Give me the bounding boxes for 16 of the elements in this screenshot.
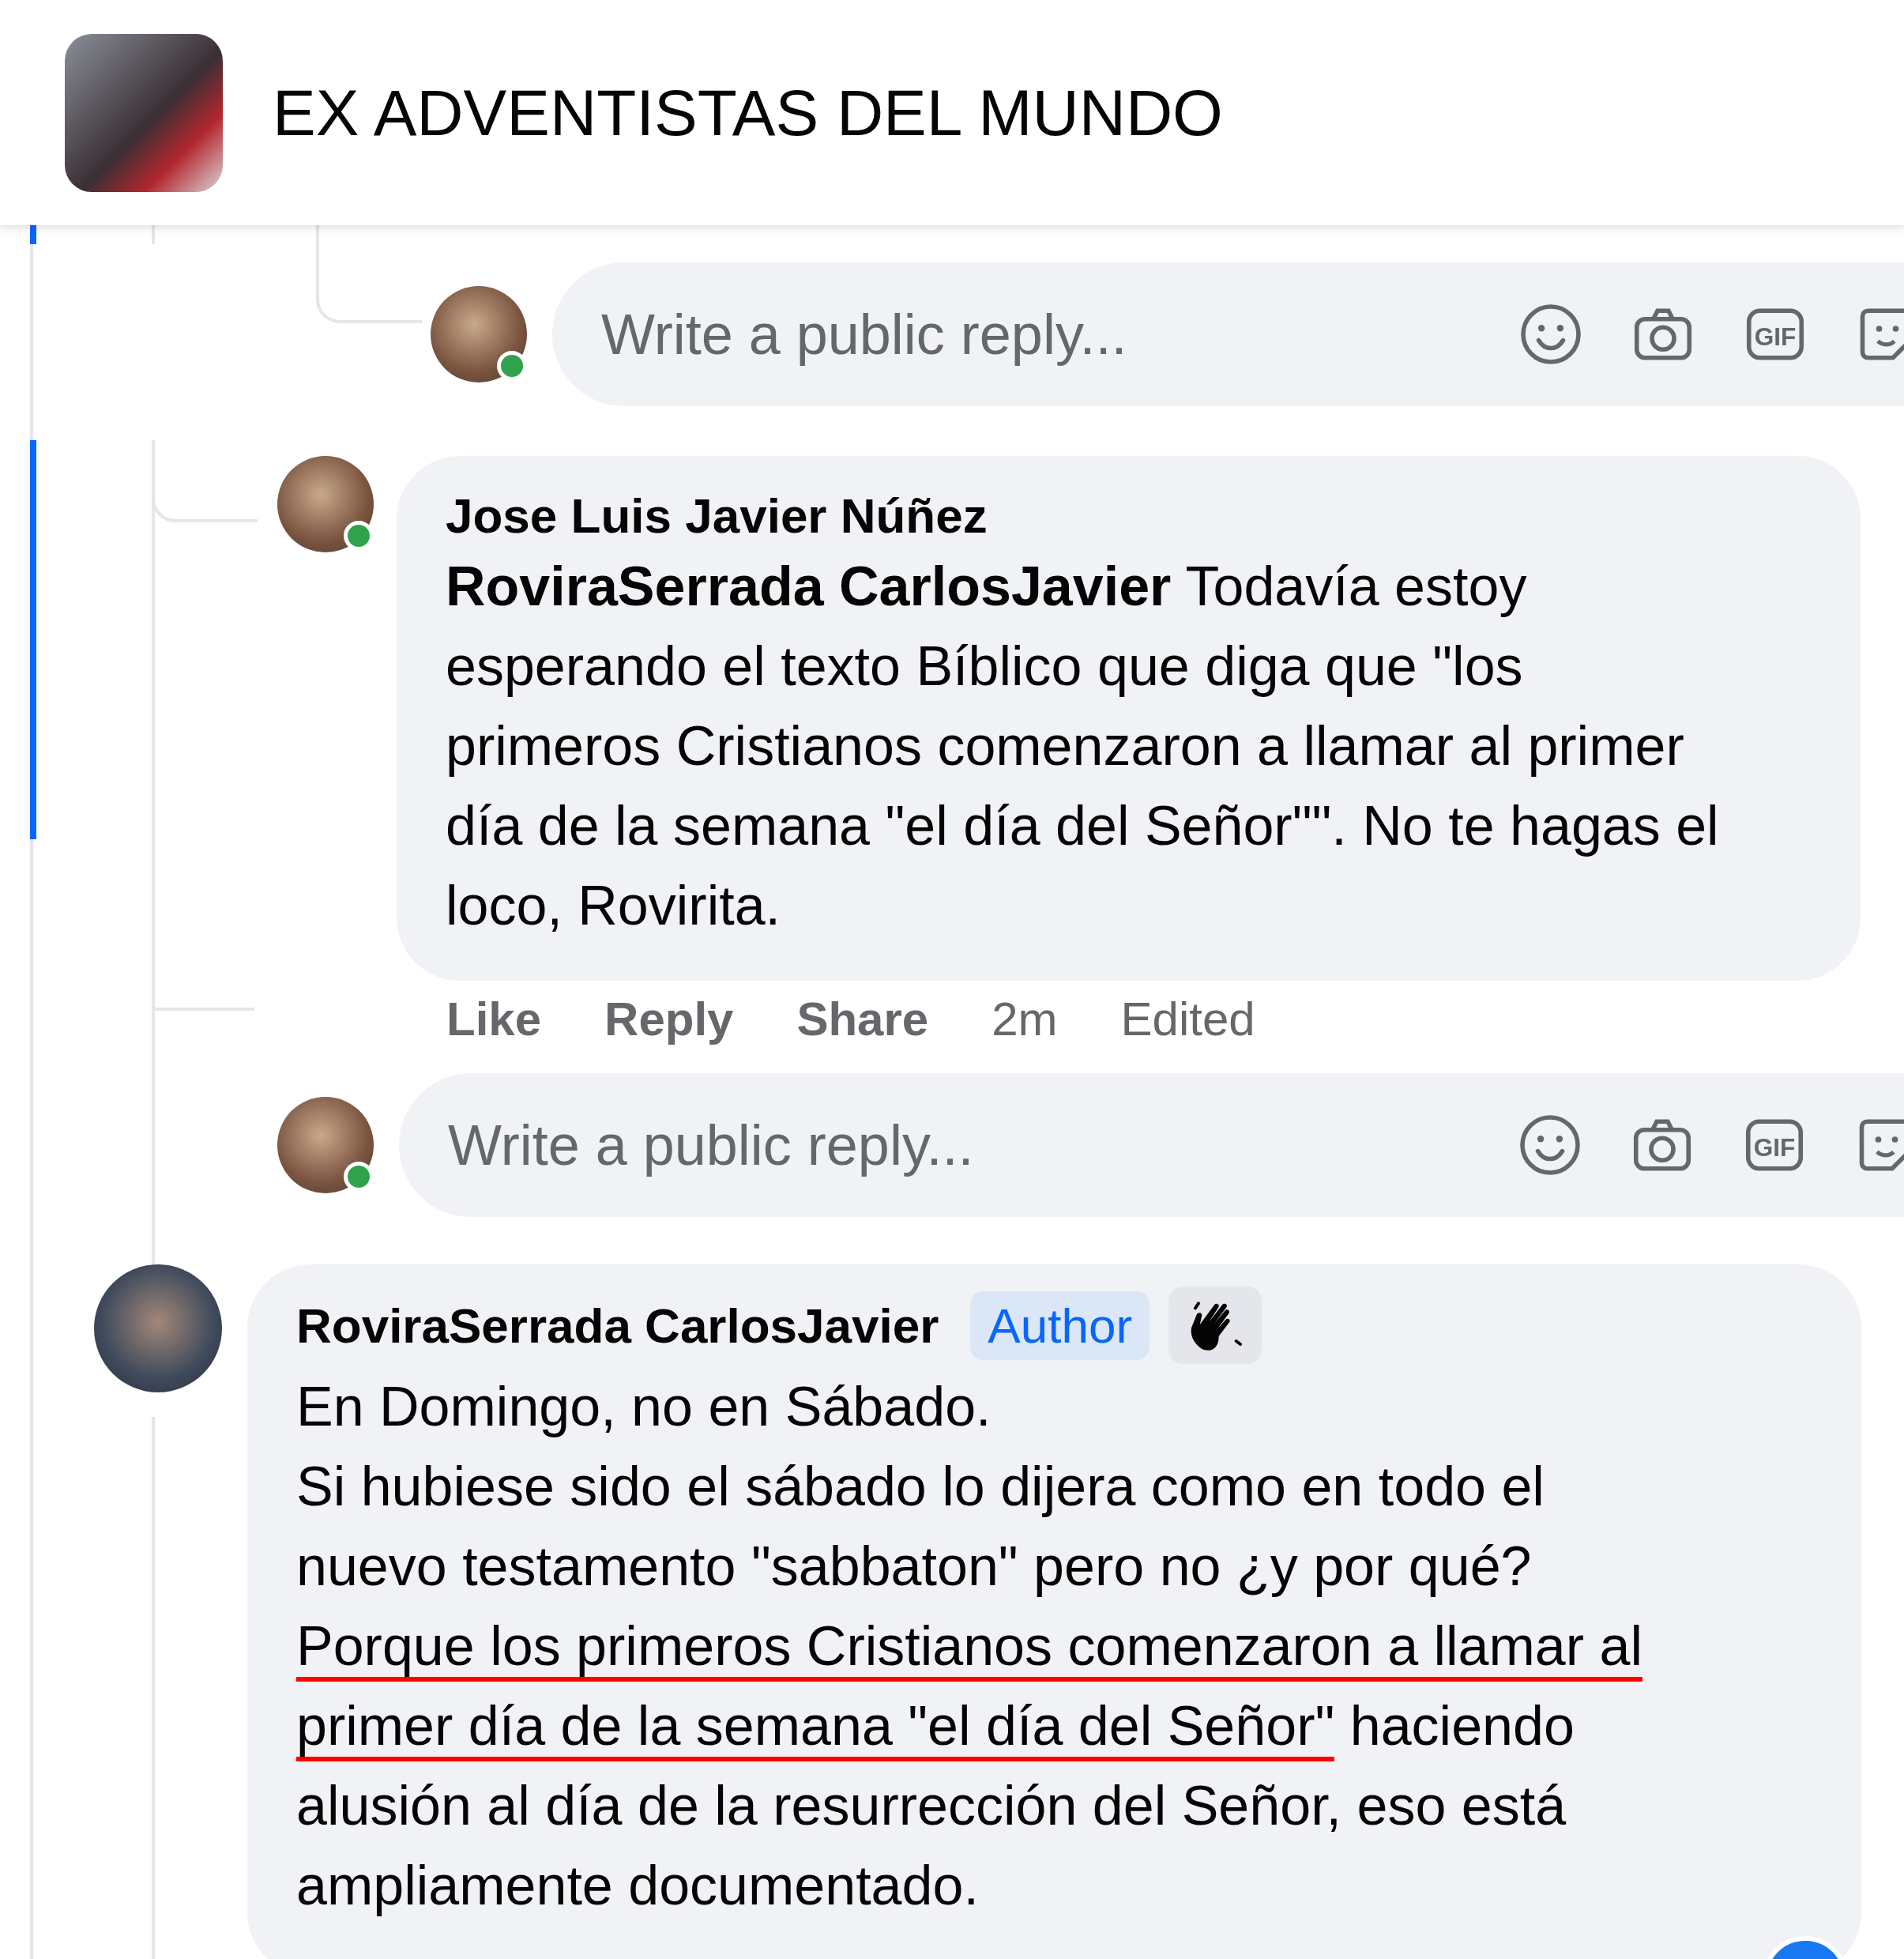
thread-highlight-bar	[30, 225, 36, 244]
author-name[interactable]: Jose Luis Javier Núñez	[446, 488, 988, 544]
comment-time[interactable]: 2m	[992, 992, 1058, 1046]
author-badge: Author	[970, 1290, 1150, 1360]
group-photo-placeholder[interactable]	[65, 33, 223, 192]
comment-text: En Domingo, no en Sábado. Si hubiese sido el sábado lo dijera como en todo el nuevo testamento "sabbaton" pero no ¿y por qué? Porque los primeros Cristianos comenzaron a llamar al primer día de la semana "el día del Señor" haciendo alusión al día de la resurrección del Señor, eso está ampliamente documentado.	[296, 1375, 1644, 1918]
reply-input-field[interactable]: Write a public reply... GIF	[399, 1073, 1904, 1217]
reply-input-field[interactable]: Write a public reply... GIF	[552, 262, 1904, 406]
comment-text: RoviraSerrada CarlosJavier Todavía estoy esperando el texto Bíblico que diga que "los primeros Cristianos comenzaron a llamar al primer día de la semana "el día del Señor"". No te hagas el loco, Rovirita.	[446, 555, 1720, 938]
comment-action-link[interactable]: Reply	[604, 992, 734, 1046]
edited-label: Edited	[1120, 992, 1255, 1046]
comment-action-link[interactable]: Share	[796, 992, 929, 1046]
group-title[interactable]: EX ADVENTISTAS DEL MUNDO	[273, 75, 1223, 150]
wave-button[interactable]	[1168, 1287, 1262, 1364]
author-name[interactable]: RoviraSerrada CarlosJavier	[296, 1297, 939, 1354]
comment-action-link[interactable]: Like	[446, 992, 542, 1046]
